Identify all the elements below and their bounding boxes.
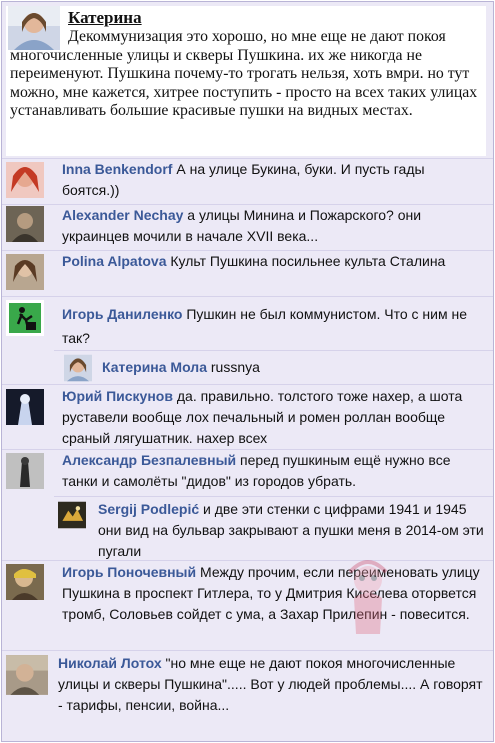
divider — [2, 296, 493, 297]
divider — [2, 384, 493, 385]
commenter-name[interactable]: Игорь Даниленко — [62, 306, 182, 322]
divider — [2, 560, 493, 561]
commenter-name[interactable]: Катерина Мола — [102, 359, 207, 375]
divider — [54, 496, 493, 497]
divider — [54, 350, 493, 351]
commenter-avatar[interactable] — [6, 206, 44, 242]
commenter-name[interactable]: Sergij Podlepić — [98, 501, 199, 517]
commenter-avatar[interactable] — [6, 254, 44, 290]
commenter-avatar[interactable] — [6, 453, 44, 489]
commenter-name[interactable]: Игорь Поночевный — [62, 564, 196, 580]
commenter-avatar[interactable] — [6, 300, 44, 336]
commenter-name[interactable]: Alexander Nechay — [62, 207, 183, 223]
comment-text: russnya — [210, 359, 260, 375]
commenter-name[interactable]: Polina Alpatova — [62, 253, 167, 269]
commenter-avatar[interactable] — [6, 162, 44, 198]
comment-text: Культ Пушкина посильнее культа Сталина — [170, 253, 446, 269]
post-text: Декоммунизация это хорошо, но мне еще не… — [10, 28, 478, 120]
commenter-name[interactable]: Inna Benkendorf — [62, 161, 172, 177]
commenter-name[interactable]: Николай Лотох — [58, 655, 162, 671]
commenter-avatar[interactable] — [58, 501, 86, 529]
commenter-avatar[interactable] — [6, 655, 48, 695]
commenter-name[interactable]: Александр Безпалевный — [62, 452, 236, 468]
commenter-name[interactable]: Юрий Пискунов — [62, 388, 173, 404]
screenshot-frame: Катерина Декоммунизация это хорошо, но м… — [1, 1, 494, 742]
post-author-name[interactable]: Катерина — [68, 8, 142, 28]
original-post: Катерина Декоммунизация это хорошо, но м… — [6, 6, 486, 156]
commenter-avatar[interactable] — [6, 564, 44, 600]
commenter-avatar[interactable] — [64, 354, 92, 382]
commenter-avatar[interactable] — [6, 389, 44, 425]
divider — [2, 650, 493, 651]
cartoon-watermark — [348, 560, 388, 634]
